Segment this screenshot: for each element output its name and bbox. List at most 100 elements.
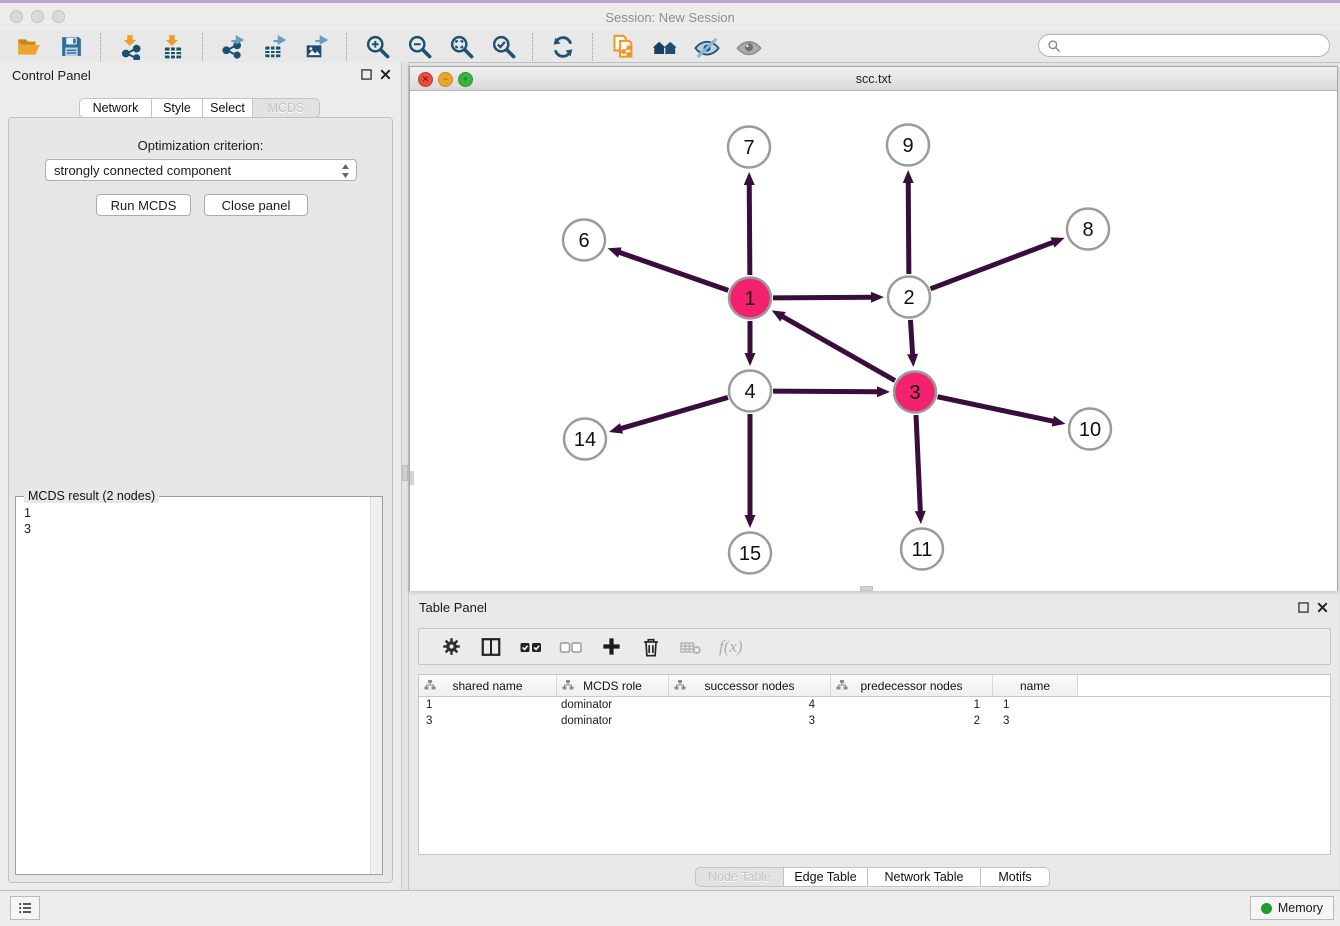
table-settings-gear-icon[interactable] (436, 632, 466, 662)
graph-edge-2-9[interactable] (908, 181, 909, 274)
export-table-icon[interactable] (260, 32, 290, 62)
zoom-in-icon[interactable] (362, 32, 392, 62)
column-header-predecessor-nodes[interactable]: predecessor nodes (831, 675, 993, 696)
result-scrollbar[interactable] (370, 497, 382, 874)
zoom-selected-icon[interactable] (488, 32, 518, 62)
function-builder-fx-icon[interactable]: f(x) (719, 637, 743, 657)
run-mcds-button[interactable]: Run MCDS (96, 194, 191, 216)
graph-edge-2-3[interactable] (910, 320, 912, 356)
float-panel-icon[interactable] (361, 69, 372, 80)
show-details-eye-icon[interactable] (734, 32, 764, 62)
network-canvas[interactable]: 7 9 6 8 1 2 4 3 14 10 15 11 (410, 91, 1337, 591)
graph-edge-2-8[interactable] (931, 242, 1055, 289)
cell-name[interactable]: 1 (993, 699, 1078, 711)
graph-node-1[interactable]: 1 (729, 278, 771, 319)
tab-mcds[interactable]: MCDS (252, 98, 320, 118)
graph-edge-4-3[interactable] (773, 391, 879, 392)
graph-node-10[interactable]: 10 (1069, 409, 1111, 450)
graph-edge-1-6[interactable] (618, 252, 728, 291)
export-network-icon[interactable] (218, 32, 248, 62)
memory-button[interactable]: Memory (1250, 896, 1334, 920)
close-panel-button[interactable]: Close panel (204, 194, 308, 216)
tab-style[interactable]: Style (151, 98, 203, 118)
home-views-icon[interactable] (650, 32, 680, 62)
select-all-columns-icon[interactable] (516, 632, 546, 662)
tab-network-table[interactable]: Network Table (867, 867, 981, 887)
minimize-window-button[interactable] (31, 10, 44, 23)
graph-edge-3-11[interactable] (916, 415, 920, 513)
node-table[interactable]: shared name MCDS role successor nodes pr… (418, 674, 1331, 855)
graph-edge-3-1[interactable] (781, 316, 895, 381)
tab-motifs[interactable]: Motifs (980, 867, 1050, 887)
import-table-icon[interactable] (158, 32, 188, 62)
cell-shared-name[interactable]: 1 (419, 699, 557, 711)
zoom-out-icon[interactable] (404, 32, 434, 62)
tab-edge-table[interactable]: Edge Table (783, 867, 868, 887)
create-column-plus-icon[interactable] (596, 632, 626, 662)
graph-node-3[interactable]: 3 (894, 372, 936, 413)
import-network-icon[interactable] (116, 32, 146, 62)
graph-node-7[interactable]: 7 (728, 127, 770, 168)
tab-network[interactable]: Network (79, 98, 152, 118)
task-history-button[interactable] (10, 896, 40, 920)
table-row[interactable]: 1 dominator 4 1 1 (419, 697, 1330, 713)
graph-node-2[interactable]: 2 (888, 277, 930, 318)
refresh-layout-icon[interactable] (548, 32, 578, 62)
tab-node-table[interactable]: Node Table (695, 867, 784, 887)
graph-edge-3-10[interactable] (938, 397, 1055, 422)
table-row[interactable]: 3 dominator 3 2 3 (419, 713, 1330, 729)
network-window-titlebar[interactable]: ✕ − + scc.txt (410, 67, 1337, 91)
cell-predecessor-nodes[interactable]: 1 (831, 699, 993, 711)
zoom-window-button[interactable] (52, 10, 65, 23)
first-neighbors-icon[interactable] (608, 32, 638, 62)
criterion-dropdown[interactable]: strongly connected component (45, 159, 357, 181)
search-box[interactable] (1038, 34, 1330, 57)
graph-node-9[interactable]: 9 (887, 125, 929, 166)
cell-predecessor-nodes[interactable]: 2 (831, 715, 993, 727)
graph-edge-1-7[interactable] (749, 183, 750, 275)
canvas-bottom-nub[interactable] (860, 586, 873, 591)
hide-details-eye-icon[interactable] (692, 32, 722, 62)
cell-successor-nodes[interactable]: 3 (669, 715, 831, 727)
canvas-left-nub[interactable] (410, 471, 414, 485)
delete-column-trash-icon[interactable] (636, 632, 666, 662)
delete-table-icon[interactable] (676, 632, 706, 662)
column-header-successor-nodes[interactable]: successor nodes (669, 675, 831, 696)
cell-mcds-role[interactable]: dominator (557, 699, 669, 711)
open-session-icon[interactable] (14, 32, 44, 62)
column-header-name[interactable]: name (993, 675, 1078, 696)
network-maximize-icon[interactable]: + (458, 72, 473, 87)
toggle-panel-columns-icon[interactable] (476, 632, 506, 662)
network-close-icon[interactable]: ✕ (418, 72, 433, 87)
graph-node-15[interactable]: 15 (729, 533, 771, 574)
mcds-result-text[interactable]: 1 3 (16, 499, 370, 874)
deselect-all-columns-icon[interactable] (556, 632, 586, 662)
column-header-mcds-role[interactable]: MCDS role (557, 675, 669, 696)
tab-select[interactable]: Select (202, 98, 253, 118)
network-graph[interactable]: 7 9 6 8 1 2 4 3 14 10 15 11 (410, 91, 1337, 591)
graph-edge-4-14[interactable] (620, 397, 728, 429)
save-session-icon[interactable] (56, 32, 86, 62)
close-table-panel-icon[interactable] (1317, 602, 1328, 613)
graph-node-11[interactable]: 11 (901, 529, 943, 570)
network-minimize-icon[interactable]: − (438, 72, 453, 87)
graph-node-14[interactable]: 14 (564, 419, 606, 460)
graph-node-6[interactable]: 6 (563, 220, 605, 261)
graph-edge-1-2[interactable] (773, 297, 873, 298)
cell-name[interactable]: 3 (993, 715, 1078, 727)
column-header-shared-name[interactable]: shared name (419, 675, 557, 696)
graph-node-8[interactable]: 8 (1067, 209, 1109, 250)
cell-successor-nodes[interactable]: 4 (669, 699, 831, 711)
panel-splitter[interactable] (401, 62, 409, 891)
search-input[interactable] (1061, 38, 1315, 54)
graph-node-4[interactable]: 4 (729, 371, 771, 412)
window-controls[interactable] (10, 10, 65, 23)
zoom-fit-icon[interactable] (446, 32, 476, 62)
close-window-button[interactable] (10, 10, 23, 23)
cell-mcds-role[interactable]: dominator (557, 715, 669, 727)
close-panel-icon[interactable] (380, 69, 391, 80)
cell-shared-name[interactable]: 3 (419, 715, 557, 727)
float-table-panel-icon[interactable] (1298, 602, 1309, 613)
splitter-handle[interactable] (402, 465, 408, 481)
export-image-icon[interactable] (302, 32, 332, 62)
